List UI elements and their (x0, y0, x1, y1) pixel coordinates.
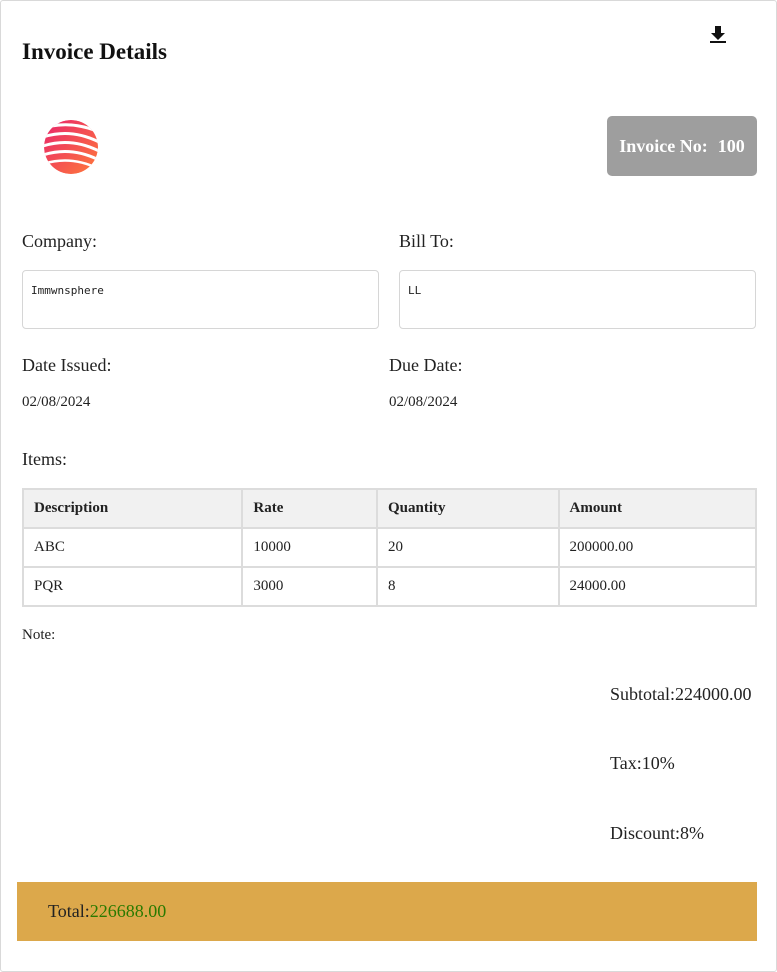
cell-rate: 10000 (242, 528, 378, 567)
total-bar: Total: 226688.00 (17, 882, 757, 941)
download-icon[interactable] (707, 23, 729, 45)
discount-label: Discount: (610, 823, 680, 843)
table-header-row: Description Rate Quantity Amount (23, 489, 756, 528)
table-row: PQR 3000 8 24000.00 (23, 567, 756, 606)
due-date-label: Due Date: (389, 355, 463, 375)
cell-amount: 24000.00 (558, 567, 756, 606)
date-issued-label: Date Issued: (22, 355, 112, 375)
tax-value: 10% (641, 753, 675, 773)
column-header-quantity: Quantity (377, 489, 559, 528)
due-date-value: 02/08/2024 (389, 394, 458, 410)
discount-value: 8% (680, 823, 704, 843)
company-logo (41, 118, 101, 178)
cell-description: ABC (23, 528, 243, 567)
items-table: Description Rate Quantity Amount ABC 100… (22, 488, 757, 607)
cell-quantity: 8 (377, 567, 559, 606)
company-field[interactable]: Immwnsphere (22, 270, 379, 329)
invoice-number-value: 100 (717, 135, 745, 156)
date-issued-value: 02/08/2024 (22, 394, 91, 410)
total-value: 226688.00 (89, 901, 167, 921)
company-label: Company: (22, 231, 97, 251)
column-header-amount: Amount (558, 489, 756, 528)
invoice-number-badge: Invoice No: 100 (607, 116, 757, 176)
invoice-card: Invoice Details Invoice No: 100 Company:… (0, 0, 777, 972)
column-header-description: Description (23, 489, 243, 528)
tax-label: Tax: (610, 753, 642, 773)
column-header-rate: Rate (242, 489, 378, 528)
note-label: Note: (22, 627, 56, 643)
items-label: Items: (22, 449, 67, 469)
invoice-number-label: Invoice No: (619, 135, 708, 156)
page-title: Invoice Details (22, 39, 168, 64)
subtotal-value: 224000.00 (675, 684, 752, 704)
cell-rate: 3000 (242, 567, 378, 606)
bill-to-field[interactable]: LL (399, 270, 756, 329)
subtotal-label: Subtotal: (610, 684, 676, 704)
cell-description: PQR (23, 567, 243, 606)
bill-to-label: Bill To: (399, 231, 454, 251)
subtotal-line: Subtotal:224000.00 (610, 684, 752, 705)
total-label: Total: (48, 901, 90, 921)
cell-amount: 200000.00 (558, 528, 756, 567)
table-row: ABC 10000 20 200000.00 (23, 528, 756, 567)
discount-line: Discount:8% (610, 823, 704, 844)
tax-line: Tax:10% (610, 753, 675, 774)
cell-quantity: 20 (377, 528, 559, 567)
